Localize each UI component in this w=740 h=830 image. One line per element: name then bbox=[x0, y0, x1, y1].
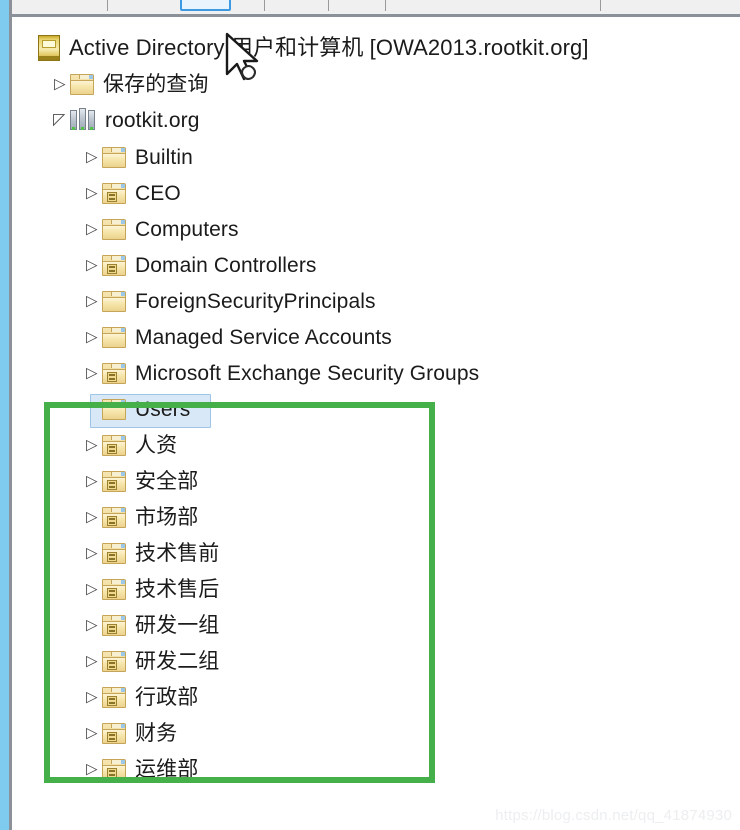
watermark-text: https://blog.csdn.net/qq_41874930 bbox=[495, 807, 732, 824]
tree-item-domain-controllers[interactable]: Domain Controllers bbox=[12, 248, 317, 282]
ou-folder-icon bbox=[102, 254, 126, 276]
chevron-right-icon[interactable] bbox=[84, 284, 102, 318]
tree-item-label: Microsoft Exchange Security Groups bbox=[135, 361, 480, 385]
toolbar-separator-1 bbox=[107, 0, 108, 11]
chevron-right-icon[interactable] bbox=[84, 536, 102, 570]
chevron-right-icon[interactable] bbox=[84, 644, 102, 678]
folder-icon bbox=[70, 73, 94, 95]
chevron-right-icon[interactable] bbox=[84, 500, 102, 534]
ou-folder-icon bbox=[102, 758, 126, 780]
chevron-right-icon[interactable] bbox=[84, 140, 102, 174]
ou-folder-icon bbox=[102, 470, 126, 492]
tree-item-builtin[interactable]: Builtin bbox=[12, 140, 193, 174]
ou-folder-icon bbox=[102, 182, 126, 204]
tree-item-label: 行政部 bbox=[135, 685, 199, 709]
tree-item-行政部[interactable]: 行政部 bbox=[12, 680, 198, 714]
tree-item-label: Users bbox=[135, 397, 191, 421]
ou-folder-icon bbox=[102, 506, 126, 528]
tree-item-computers[interactable]: Computers bbox=[12, 212, 239, 246]
chevron-right-icon[interactable] bbox=[84, 248, 102, 282]
ou-folder-icon bbox=[102, 542, 126, 564]
tree-item-label: 研发二组 bbox=[135, 649, 220, 673]
tree-item-label: 技术售前 bbox=[135, 541, 220, 565]
ad-console-book-icon bbox=[38, 35, 60, 61]
tree-item-研发一组[interactable]: 研发一组 bbox=[12, 608, 219, 642]
tree-item-市场部[interactable]: 市场部 bbox=[12, 500, 198, 534]
tree-item-label: 市场部 bbox=[135, 505, 199, 529]
ou-folder-icon bbox=[102, 434, 126, 456]
ou-folder-icon bbox=[102, 686, 126, 708]
tree-item-label: ForeignSecurityPrincipals bbox=[135, 289, 376, 313]
chevron-right-icon[interactable] bbox=[52, 67, 70, 101]
toolbar-separator-5 bbox=[600, 0, 601, 11]
tree-item-label: 运维部 bbox=[135, 757, 199, 781]
chevron-right-icon[interactable] bbox=[84, 212, 102, 246]
tree-item-label: 保存的查询 bbox=[103, 72, 209, 96]
folder-icon bbox=[102, 290, 126, 312]
tree-item-active-directory-用户和计算机-owa2013-rootkit-org[interactable]: Active Directory 用户和计算机 [OWA2013.rootkit… bbox=[12, 31, 589, 65]
tree-item-label: Builtin bbox=[135, 145, 193, 169]
ou-folder-icon bbox=[102, 614, 126, 636]
folder-icon bbox=[102, 398, 126, 420]
chevron-right-icon[interactable] bbox=[84, 320, 102, 354]
tree-item-label: Active Directory 用户和计算机 [OWA2013.rootkit… bbox=[69, 35, 589, 60]
toolbar-separator-2 bbox=[264, 0, 265, 11]
tree-item-rootkit-org[interactable]: rootkit.org bbox=[12, 103, 199, 137]
tree-item-label: Domain Controllers bbox=[135, 253, 317, 277]
ad-users-and-computers-window: Active Directory 用户和计算机 [OWA2013.rootkit… bbox=[0, 0, 740, 830]
tree-item-label: 研发一组 bbox=[135, 613, 220, 637]
tree-item-label: 财务 bbox=[135, 721, 178, 745]
tree-item-foreignsecurityprincipals[interactable]: ForeignSecurityPrincipals bbox=[12, 284, 376, 318]
tree-item-label: 安全部 bbox=[135, 469, 199, 493]
ou-folder-icon bbox=[102, 578, 126, 600]
tree-item-运维部[interactable]: 运维部 bbox=[12, 752, 198, 786]
ou-folder-icon bbox=[102, 650, 126, 672]
tree-item-label: Computers bbox=[135, 217, 239, 241]
chevron-right-icon[interactable] bbox=[84, 572, 102, 606]
chevron-right-icon[interactable] bbox=[84, 464, 102, 498]
tree-item-users[interactable]: Users bbox=[12, 392, 211, 428]
window-left-accent-rail bbox=[0, 0, 9, 830]
ou-folder-icon bbox=[102, 722, 126, 744]
folder-icon bbox=[102, 146, 126, 168]
console-tree[interactable]: Active Directory 用户和计算机 [OWA2013.rootkit… bbox=[12, 17, 740, 830]
tree-item-保存的查询[interactable]: 保存的查询 bbox=[12, 67, 209, 101]
tree-item-microsoft-exchange-security-groups[interactable]: Microsoft Exchange Security Groups bbox=[12, 356, 479, 390]
tree-item-label: Managed Service Accounts bbox=[135, 325, 392, 349]
toolbar[interactable] bbox=[12, 0, 740, 14]
chevron-right-icon[interactable] bbox=[84, 608, 102, 642]
chevron-right-icon[interactable] bbox=[84, 176, 102, 210]
chevron-right-icon[interactable] bbox=[84, 356, 102, 390]
tree-item-人资[interactable]: 人资 bbox=[12, 428, 177, 462]
chevron-right-icon[interactable] bbox=[84, 428, 102, 462]
chevron-right-icon[interactable] bbox=[84, 680, 102, 714]
toolbar-active-button[interactable] bbox=[180, 0, 231, 11]
chevron-down-icon[interactable] bbox=[52, 103, 70, 137]
twisty-placeholder bbox=[84, 392, 102, 426]
tree-item-研发二组[interactable]: 研发二组 bbox=[12, 644, 219, 678]
tree-item-label: 技术售后 bbox=[135, 577, 220, 601]
tree-item-安全部[interactable]: 安全部 bbox=[12, 464, 198, 498]
toolbar-separator-3 bbox=[328, 0, 329, 11]
ou-folder-icon bbox=[102, 362, 126, 384]
chevron-right-icon[interactable] bbox=[84, 752, 102, 786]
tree-item-财务[interactable]: 财务 bbox=[12, 716, 177, 750]
folder-icon bbox=[102, 218, 126, 240]
tree-item-技术售前[interactable]: 技术售前 bbox=[12, 536, 219, 570]
toolbar-separator-4 bbox=[385, 0, 386, 11]
tree-item-managed-service-accounts[interactable]: Managed Service Accounts bbox=[12, 320, 392, 354]
tree-item-label: CEO bbox=[135, 181, 181, 205]
folder-icon bbox=[102, 326, 126, 348]
domain-server-icon bbox=[70, 108, 96, 132]
tree-item-label: 人资 bbox=[135, 433, 178, 457]
twisty-placeholder bbox=[20, 31, 38, 65]
chevron-right-icon[interactable] bbox=[84, 716, 102, 750]
tree-item-label: rootkit.org bbox=[105, 108, 200, 132]
tree-item-ceo[interactable]: CEO bbox=[12, 176, 181, 210]
tree-item-技术售后[interactable]: 技术售后 bbox=[12, 572, 219, 606]
